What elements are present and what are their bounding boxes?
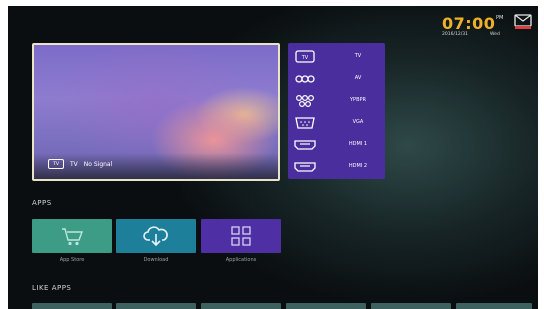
app-store-label: App Store xyxy=(59,257,85,263)
clock-weekday: Wed xyxy=(490,32,500,37)
source-list: TV TV AV YPBPR VGA HDMI 1 HDMI 2 xyxy=(288,43,385,179)
source-item-hdmi-2[interactable]: HDMI 2 xyxy=(288,156,385,176)
clock-date: 2016/12/31 xyxy=(442,32,468,37)
preview-channel: TV xyxy=(70,160,78,168)
grid-icon xyxy=(230,225,252,251)
preview-source-indicator: TV TV No Signal xyxy=(48,159,112,169)
source-preview-window[interactable]: TV TV No Signal xyxy=(32,43,280,181)
tv-home-screen: 07:00 PM 2016/12/31 Wed TV TV No Signal … xyxy=(8,6,538,309)
app-store-tile[interactable] xyxy=(32,219,112,253)
source-item-av[interactable]: AV xyxy=(288,68,385,88)
source-label: VGA xyxy=(352,119,364,125)
source-label: AV xyxy=(354,75,362,81)
message-icon[interactable] xyxy=(514,14,532,30)
source-label: HDMI 1 xyxy=(348,141,368,147)
hdmi-icon xyxy=(293,159,317,173)
source-item-tv[interactable]: TV TV xyxy=(288,46,385,66)
like-app-tile[interactable] xyxy=(201,303,281,309)
tv-badge-icon: TV xyxy=(48,159,64,169)
ypbpr-icon xyxy=(293,93,317,108)
clock-time: 07:00 xyxy=(442,14,496,33)
like-apps-heading: LIKE APPS xyxy=(32,284,72,292)
download-label: Download xyxy=(143,257,169,263)
like-app-tile[interactable] xyxy=(116,303,196,309)
like-app-tile[interactable] xyxy=(286,303,366,309)
source-label: TV xyxy=(354,53,362,59)
preview-signal-status: No Signal xyxy=(83,160,113,168)
applications-label: Applications xyxy=(225,257,257,263)
vga-icon xyxy=(293,115,317,129)
store-icon xyxy=(60,225,84,251)
download-tile[interactable] xyxy=(116,219,196,253)
like-app-tile[interactable] xyxy=(456,303,532,309)
applications-tile[interactable] xyxy=(201,219,281,253)
like-app-tile[interactable] xyxy=(371,303,451,309)
source-label: YPBPR xyxy=(350,97,366,103)
svg-text:TV: TV xyxy=(301,55,309,61)
av-icon xyxy=(293,71,317,85)
like-app-tile[interactable] xyxy=(32,303,112,309)
source-item-hdmi-1[interactable]: HDMI 1 xyxy=(288,134,385,154)
apps-heading: APPS xyxy=(32,199,52,207)
source-item-vga[interactable]: VGA xyxy=(288,112,385,132)
clock: 07:00 PM 2016/12/31 Wed xyxy=(442,14,503,37)
cloud-download-icon xyxy=(143,224,169,252)
clock-ampm: PM xyxy=(496,15,504,21)
source-label: HDMI 2 xyxy=(348,163,368,169)
hdmi-icon xyxy=(293,137,317,151)
source-item-ypbpr[interactable]: YPBPR xyxy=(288,90,385,110)
tv-icon: TV xyxy=(293,49,317,63)
